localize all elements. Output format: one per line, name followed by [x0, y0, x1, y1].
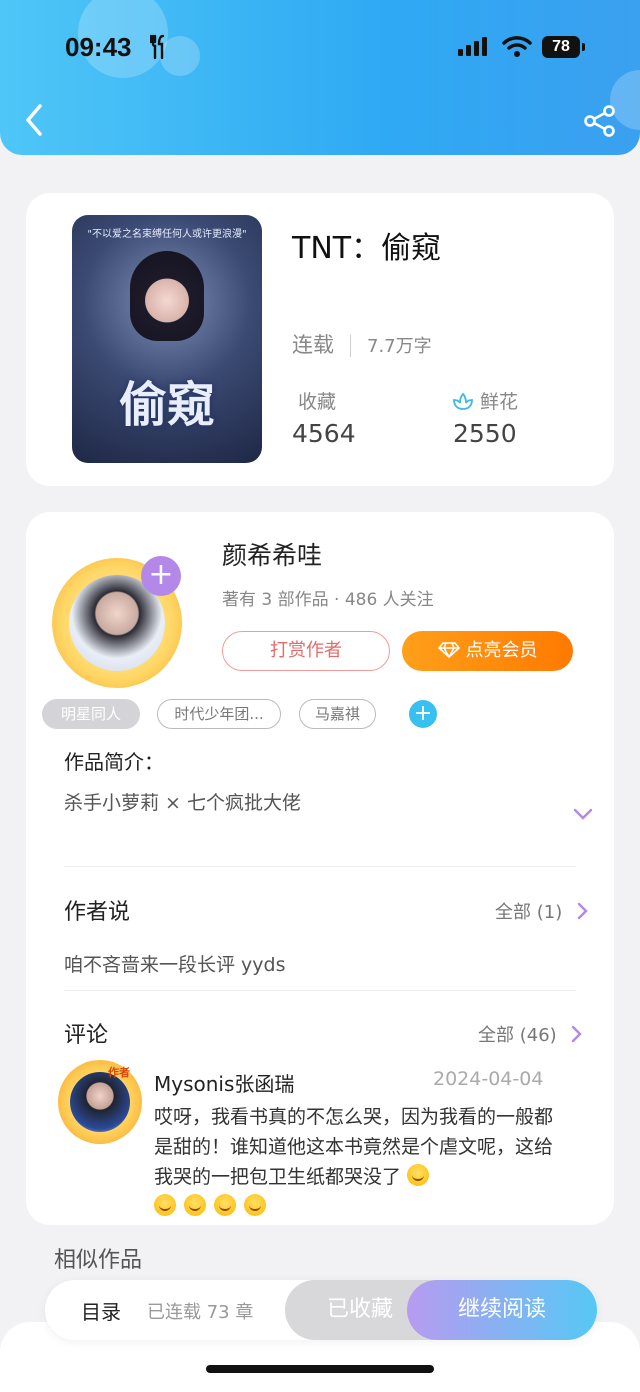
comment-body: 哎呀，我看书真的不怎么哭，因为我看的一般都是甜的！谁知道他这本书竟然是个虐文呢，… [154, 1102, 554, 1222]
tag-item[interactable]: 马嘉祺 [299, 699, 376, 729]
tag-item[interactable]: 明星同人 [42, 699, 140, 729]
comments-more-link[interactable]: 全部 (46) [478, 1021, 584, 1047]
author-name[interactable]: 颜希希哇 [222, 536, 322, 572]
flowers-count: 2550 [453, 419, 517, 448]
favorites-count: 4564 [292, 419, 356, 448]
author-says-text: 咱不吝啬来一段长评 yyds [64, 954, 286, 976]
crying-emoji-icon [244, 1194, 266, 1216]
author-details-card: + 颜希希哇 著有 3 部作品 · 486 人关注 打赏作者 点亮会员 明星同人… [26, 512, 614, 1225]
intro-text: 杀手小萝莉 × 七个疯批大佬 [64, 792, 301, 814]
chevron-down-icon [573, 808, 593, 820]
share-icon [584, 105, 615, 137]
battery-indicator: 78 [542, 36, 580, 58]
vip-button[interactable]: 点亮会员 [402, 631, 573, 671]
crying-emoji-icon [407, 1164, 430, 1186]
commenter-avatar[interactable]: 作者 [58, 1060, 142, 1144]
intro-title: 作品简介： [64, 750, 164, 774]
chevron-right-icon [577, 902, 588, 920]
comments-title: 评论 [64, 1023, 109, 1048]
cover-title: 偷窥 [118, 377, 215, 433]
expand-intro-button[interactable] [572, 806, 594, 826]
word-count: 7.7万字 [367, 336, 432, 357]
cover-tagline: "不以爱之名束缚任何人或许更浪漫" [87, 229, 247, 240]
share-button[interactable] [583, 104, 617, 138]
battery-tip [582, 43, 585, 51]
book-meta: 连载 7.7万字 [292, 329, 432, 359]
follow-author-button[interactable]: + [141, 556, 181, 596]
crying-emoji-icon [154, 1194, 176, 1216]
wifi-icon [502, 34, 532, 62]
continue-reading-button[interactable]: 继续阅读 [407, 1280, 597, 1340]
back-button[interactable] [20, 100, 50, 140]
crying-emoji-icon [184, 1194, 206, 1216]
chevron-right-icon [572, 1025, 583, 1043]
diamond-icon [437, 642, 460, 658]
author-badge: 作者 [108, 1066, 130, 1079]
flower-icon [453, 392, 473, 410]
section-divider [64, 866, 576, 867]
flowers-stat[interactable]: 鲜花 [452, 387, 518, 414]
book-info-card: "不以爱之名束缚任何人或许更浪漫" 偷窥 TNT：偷窥 连载 7.7万字 收藏 4… [26, 193, 614, 486]
flowers-label: 鲜花 [480, 391, 519, 413]
section-divider [64, 990, 576, 991]
home-indicator[interactable] [206, 1365, 434, 1373]
author-says-more-link[interactable]: 全部 (1) [495, 898, 590, 924]
book-title: TNT：偷窥 [292, 231, 442, 266]
tag-item[interactable]: 时代少年团... [157, 699, 281, 729]
cover-illustration [130, 251, 204, 341]
toc-button[interactable]: 目录 [81, 1296, 121, 1325]
commenter-photo [70, 1072, 130, 1132]
reward-author-button[interactable]: 打赏作者 [222, 631, 390, 671]
comment-username[interactable]: Mysonis张函瑞 [154, 1068, 294, 1097]
author-says-count: 全部 (1) [495, 902, 563, 923]
vip-label: 点亮会员 [465, 640, 538, 661]
author-stats: 著有 3 部作品 · 486 人关注 [222, 590, 434, 610]
similar-works-title: 相似作品 [54, 1248, 143, 1273]
author-says-title: 作者说 [64, 900, 131, 925]
top-header: 09:43 78 [0, 0, 640, 155]
cellular-signal-icon [458, 36, 490, 60]
status-bar: 09:43 78 [0, 28, 640, 68]
bottom-action-bar: 目录 已连载 73 章 已收藏 继续阅读 [45, 1280, 597, 1340]
comment-text: 哎呀，我看书真的不怎么哭，因为我看的一般都是甜的！谁知道他这本书竟然是个虐文呢，… [154, 1106, 554, 1188]
fork-knife-icon [149, 34, 168, 64]
comments-count: 全部 (46) [478, 1025, 557, 1046]
crying-emoji-icon [214, 1194, 236, 1216]
serial-status: 连载 [292, 333, 334, 357]
favorites-label: 收藏 [298, 391, 337, 413]
book-cover[interactable]: "不以爱之名束缚任何人或许更浪漫" 偷窥 [72, 215, 262, 463]
chevron-left-icon [26, 104, 42, 136]
meta-divider [350, 335, 351, 357]
chapter-count: 已连载 73 章 [147, 1302, 254, 1323]
comment-date: 2024-04-04 [433, 1068, 544, 1090]
status-time: 09:43 [65, 32, 132, 62]
add-tag-button[interactable]: + [409, 700, 437, 728]
